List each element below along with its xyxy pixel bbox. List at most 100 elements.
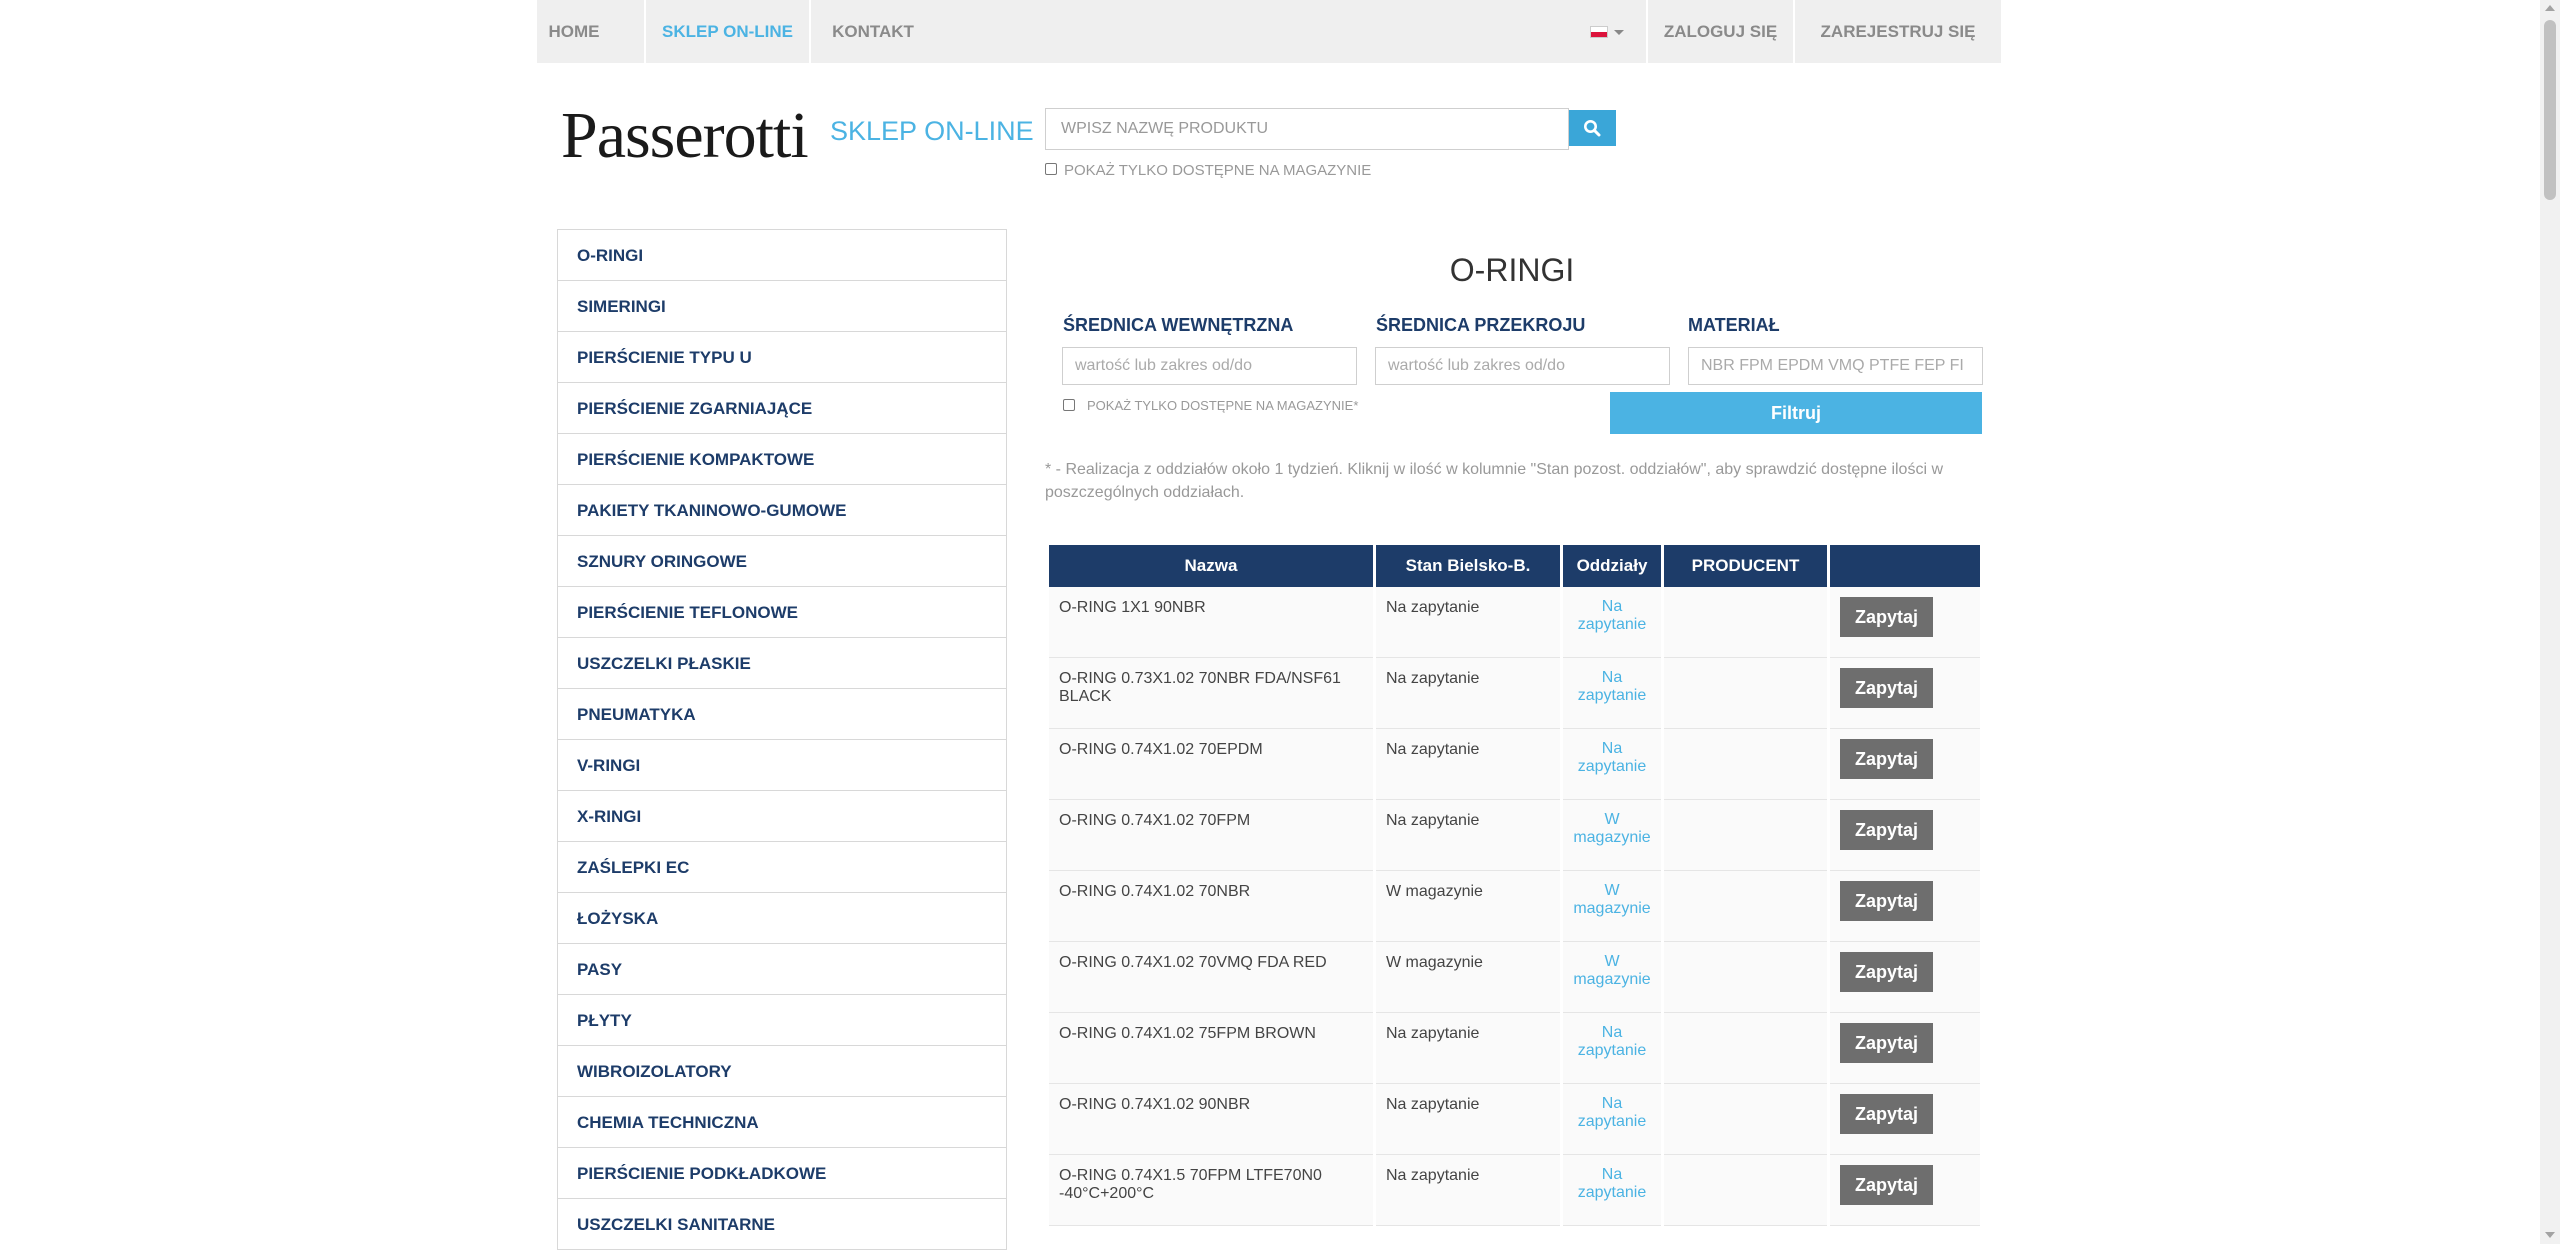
table-header-row: Nazwa Stan Bielsko-B. Oddziały PRODUCENT [1049, 545, 1980, 587]
poland-flag-icon[interactable] [1590, 26, 1608, 38]
sidebar-item[interactable]: USZCZELKI SANITARNE [558, 1199, 1006, 1250]
sidebar-item[interactable]: PIERŚCIENIE ZGARNIAJĄCE [558, 383, 1006, 434]
sidebar-item[interactable]: WIBROIZOLATORY [558, 1046, 1006, 1097]
page-scrollbar[interactable] [2540, 0, 2560, 1244]
sidebar-item[interactable]: SIMERINGI [558, 281, 1006, 332]
branches-status-cont[interactable]: zapytanie [1573, 1113, 1651, 1131]
branches-cell[interactable]: Na zapytanie [1563, 1013, 1661, 1084]
branches-status[interactable]: Na [1573, 598, 1651, 616]
branches-status-cont[interactable]: magazynie [1573, 900, 1651, 918]
filter-only-available-checkbox[interactable] [1063, 399, 1075, 411]
branches-cell[interactable]: Na zapytanie [1563, 1084, 1661, 1155]
search-button[interactable] [1569, 110, 1616, 146]
branches-cell[interactable]: Na zapytanie [1563, 587, 1661, 658]
table-row: O-RING 0.74X1.02 70FPM Na zapytanie Wmagaz… [1049, 800, 1980, 871]
branches-cell[interactable]: Na zapytanie [1563, 1155, 1661, 1226]
action-cell: Zapytaj [1830, 729, 1980, 800]
nav-register[interactable]: ZAREJESTRUJ SIĘ [1795, 0, 2001, 63]
scroll-up-icon[interactable] [2545, 5, 2555, 11]
sidebar-item[interactable]: O-RINGI [558, 230, 1006, 281]
ask-button[interactable]: Zapytaj [1840, 1165, 1933, 1205]
material-input[interactable] [1688, 347, 1983, 385]
sidebar-item[interactable]: USZCZELKI PŁASKIE [558, 638, 1006, 689]
branches-status-cont[interactable]: zapytanie [1573, 1184, 1651, 1202]
ask-button[interactable]: Zapytaj [1840, 668, 1933, 708]
note-line: poszczególnych oddziałach. [1045, 484, 1245, 501]
branches-status-cont[interactable]: magazynie [1573, 829, 1651, 847]
branches-cell[interactable]: Na zapytanie [1563, 729, 1661, 800]
column-header-branches[interactable]: Oddziały [1563, 545, 1661, 587]
ask-button[interactable]: Zapytaj [1840, 810, 1933, 850]
branches-status[interactable]: Na [1573, 1095, 1651, 1113]
branches-status[interactable]: W [1573, 882, 1651, 900]
scroll-down-icon[interactable] [2545, 1232, 2555, 1238]
ask-button[interactable]: Zapytaj [1840, 739, 1933, 779]
table-row: O-RING 0.73X1.02 70NBR FDA/NSF61 BLACK Na … [1049, 658, 1980, 729]
ask-button[interactable]: Zapytaj [1840, 1094, 1933, 1134]
sidebar-item[interactable]: SZNURY ORINGOWE [558, 536, 1006, 587]
branches-status[interactable]: Na [1573, 740, 1651, 758]
product-name-cell: O-RING 0.74X1.02 70FPM [1049, 800, 1373, 871]
branches-status-cont[interactable]: zapytanie [1573, 1042, 1651, 1060]
branches-status[interactable]: Na [1573, 1166, 1651, 1184]
product-name-cell: O-RING 0.74X1.02 70NBR [1049, 871, 1373, 942]
chevron-down-icon[interactable] [1614, 30, 1624, 35]
cross-section-input[interactable] [1375, 347, 1670, 385]
action-cell: Zapytaj [1830, 1084, 1980, 1155]
branches-status[interactable]: Na [1573, 1024, 1651, 1042]
branches-cell[interactable]: Wmagazynie [1563, 942, 1661, 1013]
logo-passerotti[interactable]: Passerotti [561, 96, 809, 176]
branches-status[interactable]: Na [1573, 669, 1651, 687]
search-input[interactable] [1045, 108, 1569, 150]
sidebar-item[interactable]: X-RINGI [558, 791, 1006, 842]
product-name-cell: O-RING 0.74X1.5 70FPM LTFE70N0 -40°C+200°… [1049, 1155, 1373, 1226]
page-title: O-RINGI [1449, 252, 1575, 288]
column-header-name[interactable]: Nazwa [1049, 545, 1373, 587]
column-header-producer[interactable]: PRODUCENT [1664, 545, 1827, 587]
sidebar-item[interactable]: PIERŚCIENIE KOMPAKTOWE [558, 434, 1006, 485]
branches-status[interactable]: W [1573, 811, 1651, 829]
sidebar-item[interactable]: PIERŚCIENIE PODKŁADKOWE [558, 1148, 1006, 1199]
ask-button[interactable]: Zapytaj [1840, 881, 1933, 921]
branches-status[interactable]: W [1573, 953, 1651, 971]
column-header-stock[interactable]: Stan Bielsko-B. [1376, 545, 1560, 587]
products-table: Nazwa Stan Bielsko-B. Oddziały PRODUCENT… [1046, 545, 1983, 1226]
sidebar-item[interactable]: ŁOŻYSKA [558, 893, 1006, 944]
ask-button[interactable]: Zapytaj [1840, 952, 1933, 992]
sidebar-item[interactable]: PNEUMATYKA [558, 689, 1006, 740]
scrollbar-thumb[interactable] [2544, 20, 2556, 200]
branches-cell[interactable]: Wmagazynie [1563, 800, 1661, 871]
action-cell: Zapytaj [1830, 800, 1980, 871]
nav-shop[interactable]: SKLEP ON-LINE [646, 0, 809, 63]
branches-cell[interactable]: Wmagazynie [1563, 871, 1661, 942]
sidebar-item[interactable]: PŁYTY [558, 995, 1006, 1046]
sidebar-item[interactable]: PIERŚCIENIE TEFLONOWE [558, 587, 1006, 638]
inner-diameter-input[interactable] [1062, 347, 1357, 385]
stock-cell: Na zapytanie [1376, 587, 1560, 658]
filter-button[interactable]: Filtruj [1610, 392, 1982, 434]
nav-home[interactable]: HOME [537, 0, 611, 63]
nav-contact[interactable]: KONTAKT [811, 0, 935, 63]
branches-status-cont[interactable]: zapytanie [1573, 758, 1651, 776]
product-name: O-RING 0.74X1.02 70FPM [1059, 812, 1251, 829]
branches-status-cont[interactable]: zapytanie [1573, 687, 1651, 705]
sidebar-item[interactable]: PIERŚCIENIE TYPU U [558, 332, 1006, 383]
branches-cell[interactable]: Na zapytanie [1563, 658, 1661, 729]
product-name: O-RING 0.74X1.02 70EPDM [1059, 741, 1263, 758]
nav-login[interactable]: ZALOGUJ SIĘ [1648, 0, 1793, 63]
ask-button[interactable]: Zapytaj [1840, 1023, 1933, 1063]
sidebar-item[interactable]: PASY [558, 944, 1006, 995]
sidebar-item[interactable]: V-RINGI [558, 740, 1006, 791]
sidebar-item[interactable]: ZAŚLEPKI EC [558, 842, 1006, 893]
sidebar-item[interactable]: PAKIETY TKANINOWO-GUMOWE [558, 485, 1006, 536]
producer-cell [1664, 942, 1827, 1013]
sidebar-item[interactable]: CHEMIA TECHNICZNA [558, 1097, 1006, 1148]
branches-status-cont[interactable]: magazynie [1573, 971, 1651, 989]
product-name: O-RING 0.73X1.02 70NBR FDA/NSF61 [1059, 670, 1341, 687]
branches-status-cont[interactable]: zapytanie [1573, 616, 1651, 634]
only-available-checkbox[interactable] [1045, 163, 1057, 175]
action-cell: Zapytaj [1830, 658, 1980, 729]
product-name: O-RING 0.74X1.5 70FPM LTFE70N0 [1059, 1167, 1322, 1184]
producer-cell [1664, 1084, 1827, 1155]
ask-button[interactable]: Zapytaj [1840, 597, 1933, 637]
